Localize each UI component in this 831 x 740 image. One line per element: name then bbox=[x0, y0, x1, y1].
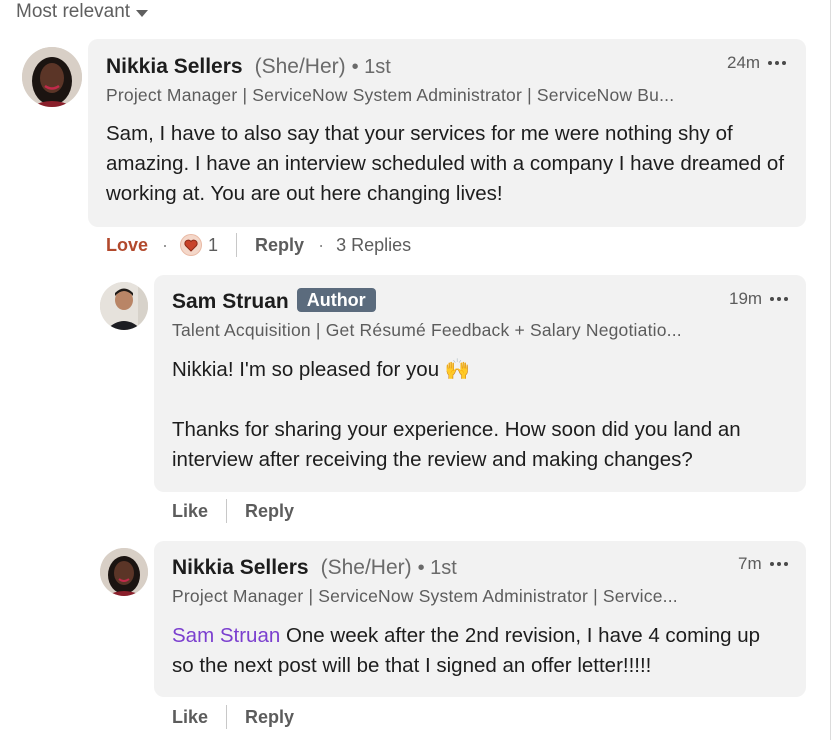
comment-meta: 24m bbox=[727, 53, 787, 73]
author-headline: Talent Acquisition | Get Résumé Feedback… bbox=[172, 320, 682, 340]
love-button[interactable]: Love bbox=[106, 235, 148, 256]
divider bbox=[226, 705, 228, 729]
comment-actions: Love · 1 Reply · 3 Replies bbox=[106, 233, 411, 257]
separator: · bbox=[162, 234, 169, 255]
mention-link[interactable]: Sam Struan bbox=[172, 624, 280, 647]
connection-degree: • 1st bbox=[351, 56, 391, 78]
more-options-icon[interactable] bbox=[770, 297, 789, 301]
divider bbox=[226, 499, 228, 523]
author-name[interactable]: Sam Struan bbox=[172, 290, 289, 314]
comment-text: Sam, I have to also say that your servic… bbox=[106, 122, 785, 205]
comment-author-row: Nikkia Sellers (She/Her) • 1st bbox=[106, 55, 391, 79]
author-pronouns: (She/Her) bbox=[320, 556, 412, 579]
love-reaction-icon[interactable] bbox=[180, 234, 203, 256]
sort-dropdown[interactable]: Most relevant bbox=[16, 1, 149, 23]
author-pronouns: (She/Her) bbox=[254, 55, 346, 78]
reply-author-row: Nikkia Sellers (She/Her) • 1st bbox=[172, 556, 457, 580]
reaction-count[interactable]: 1 bbox=[208, 235, 218, 256]
reply-meta: 7m bbox=[738, 554, 788, 574]
reply-actions: Like Reply bbox=[172, 705, 294, 729]
timestamp: 7m bbox=[738, 554, 762, 573]
author-name[interactable]: Nikkia Sellers bbox=[172, 556, 309, 580]
avatar[interactable] bbox=[100, 548, 148, 596]
like-button[interactable]: Like bbox=[172, 501, 208, 522]
reply-button[interactable]: Reply bbox=[245, 501, 294, 522]
replies-count[interactable]: 3 Replies bbox=[336, 235, 411, 256]
timestamp: 24m bbox=[727, 53, 761, 72]
reply-text: Sam Struan One week after the 2nd revisi… bbox=[172, 621, 782, 681]
reply-text-line1: Nikkia! I'm so pleased for you 🙌 bbox=[172, 358, 471, 381]
divider bbox=[236, 233, 238, 257]
reply-text-line2: Thanks for sharing your experience. How … bbox=[172, 418, 741, 471]
author-name[interactable]: Nikkia Sellers bbox=[106, 55, 243, 79]
author-headline: Project Manager | ServiceNow System Admi… bbox=[106, 85, 675, 105]
reply-author-row: Sam Struan Author bbox=[172, 288, 376, 314]
reply-meta: 19m bbox=[729, 289, 789, 309]
sort-label: Most relevant bbox=[16, 1, 131, 22]
separator: · bbox=[318, 234, 325, 255]
avatar[interactable] bbox=[100, 282, 148, 330]
author-headline: Project Manager | ServiceNow System Admi… bbox=[172, 586, 678, 606]
caret-down-icon bbox=[136, 9, 149, 17]
avatar[interactable] bbox=[22, 47, 82, 107]
like-button[interactable]: Like bbox=[172, 707, 208, 728]
reply-actions: Like Reply bbox=[172, 499, 294, 523]
connection-degree: • 1st bbox=[417, 557, 457, 579]
more-options-icon[interactable] bbox=[768, 61, 787, 65]
more-options-icon[interactable] bbox=[769, 562, 788, 566]
author-badge: Author bbox=[296, 288, 376, 312]
reply-button[interactable]: Reply bbox=[255, 235, 304, 256]
reply-button[interactable]: Reply bbox=[245, 707, 294, 728]
timestamp: 19m bbox=[729, 289, 763, 308]
